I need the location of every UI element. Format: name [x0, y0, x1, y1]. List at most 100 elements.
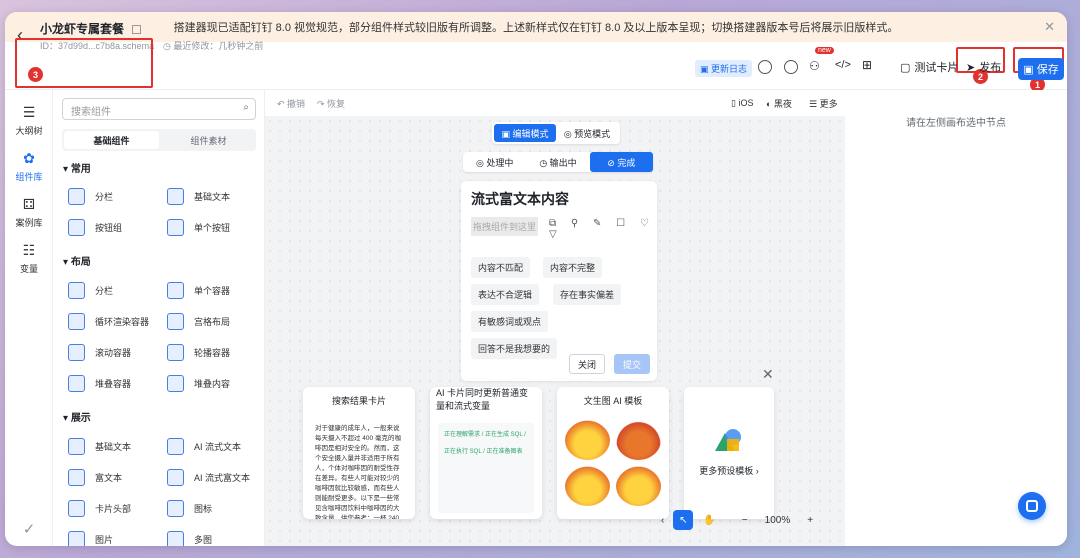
component-label: 堆叠内容 [194, 378, 231, 389]
edit-mode-tab[interactable]: ▣ 编辑模式 [494, 124, 556, 142]
tab-basic[interactable]: 基础组件 [64, 131, 159, 149]
rail-item-outline[interactable]: ☰ 大纲树 [5, 104, 53, 137]
feedback-chip[interactable]: 内容不完整 [543, 257, 603, 278]
state-processing[interactable]: ◎ 处理中 [463, 152, 526, 172]
drop-zone[interactable]: 拖拽组件到这里 [471, 217, 539, 236]
richtext-card[interactable]: 流式富文本内容 拖拽组件到这里 ⧉ ⚲ ✎ ☐ ♡ ▽ 内容不匹配 内容不完整 … [461, 181, 657, 381]
rail-item-components[interactable]: ✿ 组件库 [5, 150, 53, 183]
state-done[interactable]: ⊘ 完成 [589, 152, 653, 172]
tab-materials[interactable]: 组件素材 [161, 129, 256, 151]
hand-tool-icon[interactable]: ✋ [703, 515, 715, 526]
template-text-to-image[interactable]: 文生图 AI 模板 [557, 387, 669, 519]
component-button[interactable]: 单个按钮 [167, 215, 255, 239]
feedback-chip[interactable]: 内容不匹配 [471, 257, 531, 278]
rail-label: 大纲树 [15, 126, 43, 136]
save-button[interactable]: ▣ 保存 [1018, 58, 1064, 80]
component-icon[interactable]: 图标 [167, 496, 255, 520]
rail-label: 变量 [19, 264, 38, 274]
text-icon [68, 437, 85, 455]
card-header-icon [68, 499, 85, 517]
component-ai-richtext[interactable]: AI 流式富文本 [167, 465, 255, 489]
app-name-text: 小龙虾专属套餐 [40, 22, 125, 36]
submit-button[interactable]: 提交 [614, 354, 650, 374]
component-panel: 搜索组件 ⌕ 基础组件 组件素材 ▾ 常用 分栏 基础文本 按钮组 单个按钮 ▾… [53, 90, 265, 546]
section-common[interactable]: ▾ 常用 [63, 160, 91, 175]
zoom-out-button[interactable]: − [742, 515, 748, 526]
multi-image-icon [167, 530, 184, 546]
assistant-button[interactable] [1018, 492, 1046, 520]
history-icon[interactable] [784, 60, 798, 74]
more-button[interactable]: ☰ 更多 [809, 97, 838, 110]
edit-icon[interactable] [132, 25, 142, 35]
help-icon[interactable] [758, 60, 772, 74]
component-button-group[interactable]: 按钮组 [68, 215, 156, 239]
redo-button[interactable]: ↷ 恢复 [317, 97, 345, 110]
component-label: 循环渲染容器 [95, 316, 150, 327]
mode-switch: ▣ 编辑模式 ◎ 预览模式 [492, 122, 620, 144]
check-circle-icon[interactable]: ✓ [5, 520, 53, 538]
save-icon: ▣ [1023, 63, 1034, 76]
state-outputting[interactable]: ◷ 输出中 [526, 152, 589, 172]
template-search-result[interactable]: 搜索结果卡片 对于健康的成年人，一般来说每天摄入不超过 400 毫克的咖啡因是相… [303, 387, 415, 519]
dark-mode-button[interactable]: ◐ 黑夜 [766, 97, 792, 110]
component-label: 堆叠容器 [95, 378, 132, 389]
component-image[interactable]: 图片 [68, 527, 156, 546]
canvas-toolbar: ↶ 撤销 ↷ 恢复 ▯ iOS ◐ 黑夜 ☰ 更多 [265, 90, 845, 116]
close-button[interactable]: 关闭 [569, 354, 605, 374]
panel-tabs: 基础组件 组件素材 [62, 129, 256, 151]
component-columns[interactable]: 分栏 [68, 184, 156, 208]
component-grid[interactable]: 宫格布局 [167, 309, 255, 333]
changelog-button[interactable]: ▣ 更新日志 [695, 60, 753, 77]
close-icon[interactable]: ✕ [1044, 19, 1055, 35]
button-icon [167, 218, 184, 236]
feedback-chip[interactable]: 回答不是我想要的 [471, 338, 558, 359]
component-ai-text[interactable]: AI 流式文本 [167, 434, 255, 458]
image-icon [68, 530, 85, 546]
preview-mode-tab[interactable]: ◎ 预览模式 [556, 124, 618, 142]
app-window: 搭建器现已适配钉钉 8.0 视觉规范，部分组件样式较旧版有所调整。上述新样式仅在… [5, 12, 1067, 546]
grid-layout-icon [167, 312, 184, 330]
component-text[interactable]: 基础文本 [167, 184, 255, 208]
section-display[interactable]: ▾ 展示 [63, 409, 91, 424]
component-container[interactable]: 单个容器 [167, 278, 255, 302]
component-text[interactable]: 基础文本 [68, 434, 156, 458]
component-loop[interactable]: 循环渲染容器 [68, 309, 156, 333]
component-label: 基础文本 [194, 191, 231, 202]
component-stack-content[interactable]: 堆叠内容 [167, 371, 255, 395]
component-richtext[interactable]: 富文本 [68, 465, 156, 489]
publish-button[interactable]: ➤ 发布 [966, 59, 1001, 75]
zoom-in-button[interactable]: + [807, 515, 813, 526]
component-multi-image[interactable]: 多图 [167, 527, 255, 546]
close-icon[interactable]: ✕ [762, 366, 774, 383]
code-icon[interactable]: </> [835, 59, 851, 71]
grid-icon[interactable]: ⊞ [862, 58, 872, 72]
search-input[interactable]: 搜索组件 ⌕ [62, 98, 256, 120]
more-templates-card[interactable]: 更多预设模板 › [684, 387, 774, 519]
section-layout[interactable]: ▾ 布局 [63, 253, 91, 268]
component-card-header[interactable]: 卡片头部 [68, 496, 156, 520]
component-scroll[interactable]: 滚动容器 [68, 340, 156, 364]
template-preview: 正在理解需求 / 正在生成 SQL / 正在执行 SQL / 正在准备图表 [438, 423, 534, 513]
card-title: 流式富文本内容 [471, 191, 569, 207]
stack-content-icon [167, 374, 184, 392]
feedback-icons[interactable]: ⧉ ⚲ ✎ ☐ ♡ ▽ [549, 218, 657, 240]
test-card-button[interactable]: ▢ 测试卡片 [900, 59, 958, 75]
rail-item-cases[interactable]: ⚃ 案例库 [5, 196, 53, 229]
feedback-chip[interactable]: 存在事实偏差 [553, 284, 622, 305]
component-columns[interactable]: 分栏 [68, 278, 156, 302]
feedback-chip[interactable]: 有敏感词或观点 [471, 311, 549, 332]
component-carousel[interactable]: 轮播容器 [167, 340, 255, 364]
component-stack[interactable]: 堆叠容器 [68, 371, 156, 395]
ios-button[interactable]: ▯ iOS [731, 98, 753, 109]
undo-button[interactable]: ↶ 撤销 [277, 97, 305, 110]
select-tool-icon[interactable]: ↖ [673, 510, 694, 530]
nav-arrow-icon[interactable]: ‹ [661, 515, 664, 526]
feedback-chip[interactable]: 表达不合逻辑 [471, 284, 540, 305]
new-badge: new [815, 47, 834, 54]
template-ai-card[interactable]: AI 卡片同时更新普通变量和流式变量 正在理解需求 / 正在生成 SQL / 正… [430, 387, 542, 519]
search-icon: ⌕ [243, 102, 249, 113]
more-templates-link: 更多预设模板 › [699, 466, 759, 476]
people-icon[interactable]: ⚇ [809, 59, 820, 73]
carousel-icon [167, 343, 184, 361]
rail-item-variables[interactable]: ☷ 变量 [5, 242, 53, 275]
